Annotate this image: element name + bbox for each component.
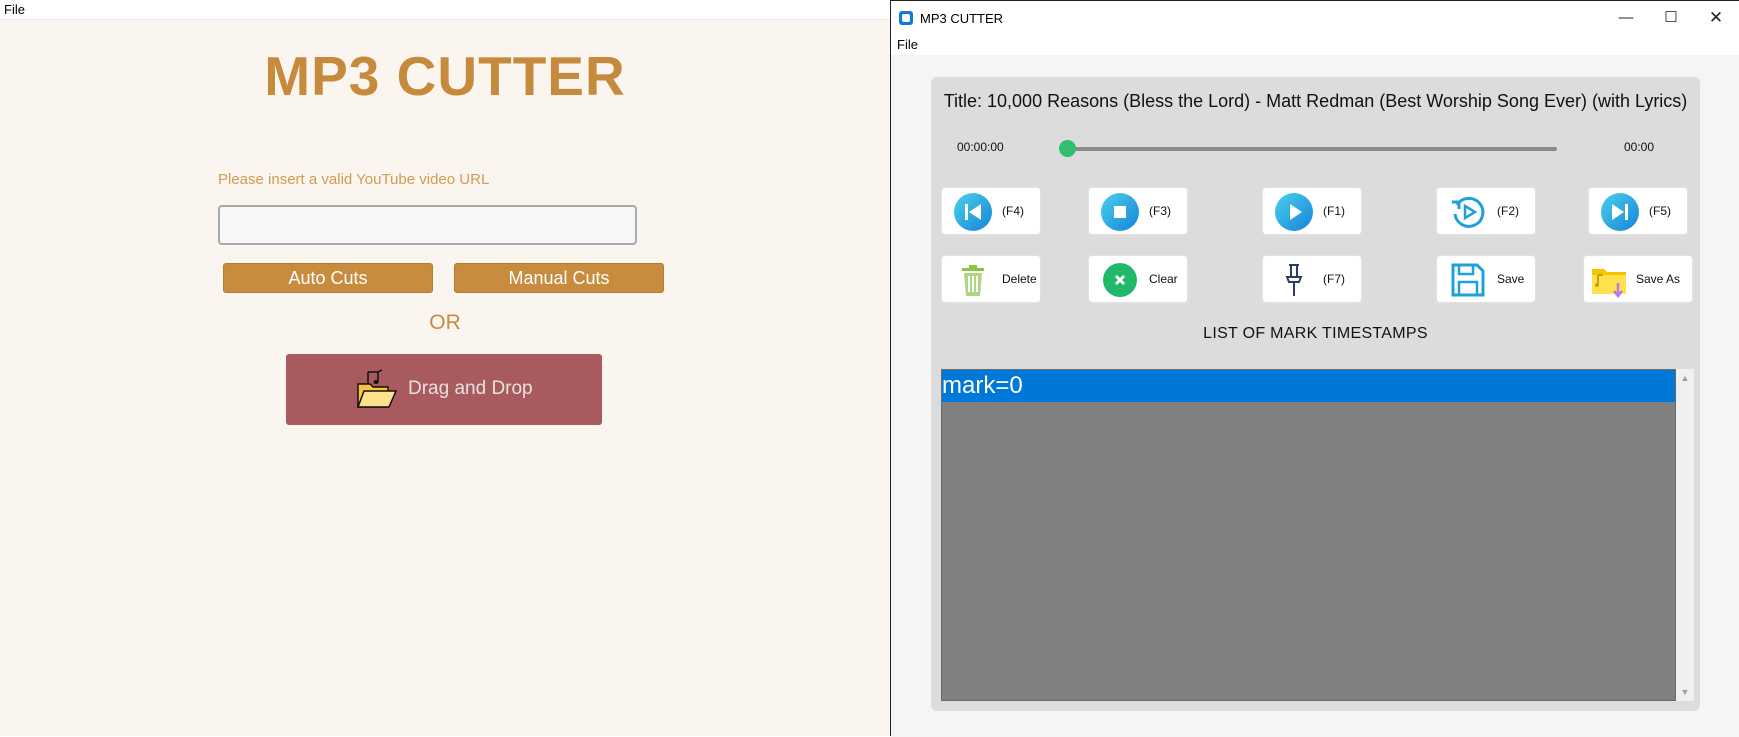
folder-music-icon (356, 369, 398, 408)
close-button[interactable]: ✕ (1696, 5, 1736, 31)
next-shortcut-label: (F5) (1649, 204, 1671, 218)
right-menu-bar: File (891, 35, 1739, 55)
mark-button[interactable]: (F7) (1262, 255, 1362, 303)
file-menu[interactable]: File (4, 2, 25, 17)
current-time: 00:00:00 (957, 140, 1004, 154)
stop-button[interactable]: (F3) (1088, 187, 1188, 235)
floppy-icon (1451, 263, 1485, 297)
player-content: Title: 10,000 Reasons (Bless the Lord) -… (891, 55, 1739, 737)
replay-icon (1452, 196, 1485, 228)
folder-music-icon (1592, 269, 1626, 299)
stop-shortcut-label: (F3) (1149, 204, 1171, 218)
save-label: Save (1497, 272, 1525, 286)
file-menu[interactable]: File (897, 37, 918, 52)
stop-icon (1101, 193, 1139, 231)
list-scrollbar[interactable]: ▲ ▼ (1676, 369, 1694, 701)
app-title: MP3 CUTTER (264, 45, 626, 107)
delete-button[interactable]: Delete (941, 255, 1041, 303)
total-time: 00:00 (1624, 140, 1655, 154)
youtube-url-input[interactable] (218, 205, 637, 245)
right-app-window: MP3 CUTTER — ☐ ✕ File Title: 10,000 Reas… (890, 0, 1739, 737)
minimize-button[interactable]: — (1606, 5, 1646, 31)
left-app-window: File MP3 CUTTER Please insert a valid Yo… (0, 0, 890, 736)
manual-cuts-button[interactable]: Manual Cuts (454, 263, 664, 293)
song-title: Title: 10,000 Reasons (Bless the Lord) -… (943, 91, 1688, 111)
save-as-button[interactable]: Save As (1583, 255, 1693, 303)
previous-button[interactable]: (F4) (941, 187, 1041, 235)
skip-next-icon (1601, 193, 1639, 231)
save-button[interactable]: Save (1436, 255, 1536, 303)
app-icon (899, 11, 913, 25)
play-icon (1275, 193, 1313, 231)
mark-timestamps-list[interactable]: mark=0 (941, 369, 1676, 701)
scroll-down-arrow-icon[interactable]: ▼ (1676, 685, 1694, 699)
trash-icon (962, 265, 984, 296)
drag-and-drop-label: Drag and Drop (408, 378, 533, 399)
pin-icon (1285, 264, 1303, 296)
skip-previous-icon (954, 193, 992, 231)
seek-handle[interactable] (1059, 140, 1076, 157)
window-title-bar[interactable]: MP3 CUTTER — ☐ ✕ (891, 1, 1739, 35)
drag-and-drop-button[interactable]: Drag and Drop (286, 354, 602, 425)
play-shortcut-label: (F1) (1323, 204, 1345, 218)
scroll-up-arrow-icon[interactable]: ▲ (1676, 371, 1694, 385)
url-label: Please insert a valid YouTube video URL (218, 171, 490, 188)
auto-cuts-button[interactable]: Auto Cuts (223, 263, 433, 293)
delete-label: Delete (1002, 272, 1037, 286)
seek-bar[interactable] (1067, 147, 1557, 151)
save-as-label: Save As (1636, 272, 1681, 286)
previous-shortcut-label: (F4) (1002, 204, 1024, 218)
next-button[interactable]: (F5) (1588, 187, 1688, 235)
clear-icon (1103, 263, 1137, 297)
mark-shortcut-label: (F7) (1323, 272, 1345, 286)
replay-shortcut-label: (F2) (1497, 204, 1519, 218)
list-item[interactable]: mark=0 (942, 370, 1675, 402)
player-panel: Title: 10,000 Reasons (Bless the Lord) -… (931, 77, 1700, 711)
left-menu-bar: File (0, 0, 890, 20)
clear-button[interactable]: Clear (1088, 255, 1188, 303)
clear-label: Clear (1149, 272, 1178, 286)
maximize-button[interactable]: ☐ (1651, 5, 1691, 31)
or-separator: OR (429, 311, 461, 334)
play-button[interactable]: (F1) (1262, 187, 1362, 235)
window-title: MP3 CUTTER (920, 11, 1004, 26)
replay-button[interactable]: (F2) (1436, 187, 1536, 235)
mark-list-heading: LIST OF MARK TIMESTAMPS (1203, 325, 1428, 342)
